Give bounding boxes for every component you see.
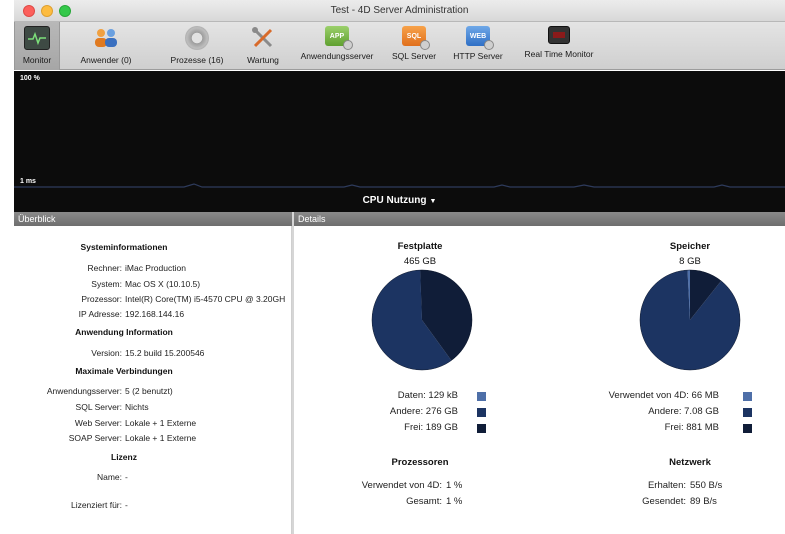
- info-key: System:: [91, 279, 122, 289]
- toolbar-maintenance-button[interactable]: Wartung: [238, 22, 288, 70]
- app-server-icon: APP: [325, 26, 353, 50]
- processors-title: Prozessoren: [391, 457, 449, 468]
- legend-swatch: [743, 408, 752, 417]
- network-key: Erhalten:: [647, 480, 686, 491]
- toolbar: Monitor Anwender (0) Prozesse (16) Wartu…: [14, 22, 785, 70]
- system-info-title: Systeminformationen: [80, 242, 168, 252]
- overview-panel: Systeminformationen Rechner: iMac Produc…: [14, 226, 292, 534]
- max-connections-title: Maximale Verbindungen: [75, 366, 173, 376]
- toolbar-label: Real Time Monitor: [524, 49, 594, 59]
- info-value: Mac OS X (10.10.5): [125, 279, 201, 289]
- legend-swatch: [477, 392, 486, 401]
- info-value: Lokale + 1 Externe: [125, 433, 197, 443]
- license-title: Lizenz: [111, 452, 137, 462]
- network-value: 89 B/s: [690, 496, 717, 507]
- info-key: SQL Server:: [75, 402, 122, 412]
- toolbar-label: HTTP Server: [453, 51, 503, 61]
- real-time-monitor-icon: [548, 26, 570, 44]
- info-key: IP Adresse:: [78, 309, 122, 319]
- processor-value: 1 %: [446, 480, 463, 491]
- toolbar-users-button[interactable]: Anwender (0): [66, 22, 146, 70]
- disk-title: Festplatte: [397, 241, 443, 252]
- info-key: Name:: [96, 472, 122, 482]
- cpu-graph: 100 % 1 ms CPU Nutzung ▼: [14, 71, 785, 212]
- toolbar-app-server-button[interactable]: APP Anwendungsserver: [292, 22, 382, 70]
- processor-key: Verwendet von 4D:: [361, 480, 442, 491]
- details-panel: Festplatte 465 GB Daten: 129 kB Andere: …: [294, 226, 785, 534]
- http-server-icon: WEB: [466, 26, 494, 50]
- toolbar-label: Wartung: [247, 55, 279, 65]
- graph-metric-label: CPU Nutzung: [362, 195, 427, 206]
- legend-text: Andere: 7.08 GB: [648, 406, 719, 417]
- toolbar-processes-button[interactable]: Prozesse (16): [164, 22, 230, 70]
- toolbar-label: Monitor: [22, 55, 52, 65]
- title-bar: Test - 4D Server Administration: [14, 0, 785, 22]
- network-title: Netzwerk: [669, 457, 711, 468]
- info-value: Intel(R) Core(TM) i5-4570 CPU @ 3.20GH: [125, 294, 286, 304]
- processes-icon: [185, 26, 209, 50]
- toolbar-real-time-monitor-button[interactable]: Real Time Monitor: [514, 22, 604, 70]
- info-value: Nichts: [125, 402, 149, 412]
- info-key: Anwendungsserver:: [46, 386, 122, 396]
- info-key: Web Server:: [74, 418, 122, 428]
- graph-line: [14, 183, 785, 188]
- toolbar-label: Anwender (0): [80, 55, 132, 65]
- info-key: Rechner:: [87, 263, 123, 273]
- info-value: iMac Production: [125, 263, 186, 273]
- info-key: Lizenziert für:: [70, 500, 122, 510]
- overview-header: Überblick: [14, 212, 292, 226]
- info-value: 192.168.144.16: [125, 309, 185, 319]
- monitor-icon: [24, 26, 50, 50]
- toolbar-sql-server-button[interactable]: SQL SQL Server: [386, 22, 442, 70]
- window-title: Test - 4D Server Administration: [330, 5, 469, 16]
- details-header: Details: [294, 212, 785, 226]
- legend-text: Andere: 276 GB: [389, 406, 458, 417]
- processor-value: 1 %: [446, 496, 463, 507]
- legend-text: Daten: 129 kB: [397, 390, 458, 401]
- graph-metric-dropdown[interactable]: CPU Nutzung ▼: [14, 195, 785, 206]
- legend-swatch: [477, 424, 486, 433]
- info-value: 5 (2 benutzt): [125, 386, 173, 396]
- legend-text: Frei: 881 MB: [664, 422, 719, 433]
- toolbar-label: Prozesse (16): [170, 55, 224, 65]
- disk-pie-chart: [371, 269, 473, 371]
- info-value: Lokale + 1 Externe: [125, 418, 197, 428]
- toolbar-label: SQL Server: [391, 51, 437, 61]
- memory-total: 8 GB: [679, 256, 701, 267]
- maintenance-icon: [250, 26, 276, 50]
- memory-pie-chart: [639, 269, 741, 371]
- sql-server-icon: SQL: [402, 26, 430, 50]
- app-badge-text: APP: [329, 32, 345, 40]
- legend-swatch: [743, 392, 752, 401]
- network-key: Gesendet:: [642, 496, 686, 507]
- http-badge-text: WEB: [469, 32, 487, 40]
- memory-title: Speicher: [669, 241, 711, 252]
- processor-key: Gesamt:: [406, 496, 442, 507]
- toolbar-monitor-button[interactable]: Monitor: [14, 22, 60, 70]
- users-icon: [92, 26, 120, 50]
- info-value: -: [125, 500, 128, 510]
- info-key: SOAP Server:: [68, 433, 122, 443]
- info-value: 15.2 build 15.200546: [125, 348, 205, 358]
- legend-swatch: [743, 424, 752, 433]
- info-key: Prozessor:: [81, 294, 122, 304]
- legend-text: Frei: 189 GB: [404, 422, 458, 433]
- legend-text: Verwendet von 4D: 66 MB: [608, 390, 719, 401]
- app-window: Test - 4D Server Administration Monitor …: [14, 0, 785, 534]
- disk-total: 465 GB: [403, 256, 437, 267]
- toolbar-http-server-button[interactable]: WEB HTTP Server: [448, 22, 508, 70]
- graph-max-label: 100 %: [20, 75, 40, 82]
- app-info-title: Anwendung Information: [75, 327, 173, 337]
- chevron-down-icon: ▼: [429, 198, 437, 205]
- legend-swatch: [477, 408, 486, 417]
- info-key: Version:: [91, 348, 122, 358]
- info-value: -: [125, 472, 128, 482]
- sql-badge-text: SQL: [406, 32, 422, 40]
- network-value: 550 B/s: [690, 480, 723, 491]
- toolbar-label: Anwendungsserver: [300, 51, 374, 61]
